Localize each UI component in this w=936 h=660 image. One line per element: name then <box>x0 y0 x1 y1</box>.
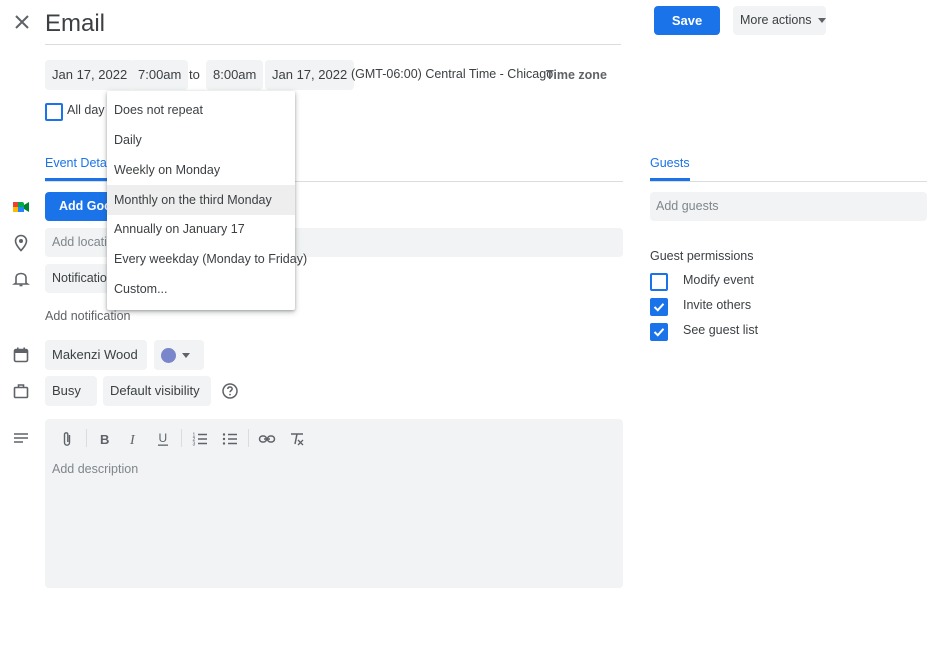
add-meet-button[interactable]: Add Goo <box>45 192 115 221</box>
event-title-input[interactable]: Email <box>45 6 621 45</box>
numbered-list-icon[interactable]: 123 <box>191 430 209 448</box>
color-select[interactable] <box>154 340 204 370</box>
italic-icon[interactable]: I <box>124 430 142 448</box>
to-label: to <box>189 67 200 82</box>
google-meet-icon <box>12 198 30 216</box>
color-swatch <box>161 348 176 364</box>
all-day-checkbox[interactable] <box>45 103 63 121</box>
attachment-icon[interactable] <box>58 430 76 448</box>
invite-others-label: Invite others <box>683 298 752 312</box>
notification-chip[interactable]: Notificatio <box>45 264 115 293</box>
tab-event-details[interactable]: Event Detai <box>45 156 110 170</box>
tab-guests-underline <box>650 178 690 181</box>
add-notification-link[interactable]: Add notification <box>45 309 130 323</box>
end-time-chip[interactable]: 8:00am <box>206 60 264 90</box>
busy-select[interactable]: Busy <box>45 376 97 425</box>
menu-item-every-weekday[interactable]: Every weekday (Monday to Friday) <box>107 244 307 274</box>
menu-item-monthly[interactable]: Monthly on the third Monday <box>107 185 295 215</box>
more-actions-button[interactable]: More actions <box>733 6 826 35</box>
underline-icon[interactable]: U <box>154 430 172 448</box>
bell-icon <box>11 270 31 288</box>
svg-text:3: 3 <box>193 442 196 448</box>
tab-event-details-underline <box>45 178 107 181</box>
menu-item-does-not-repeat[interactable]: Does not repeat <box>107 95 295 125</box>
location-icon <box>12 234 30 252</box>
event-title: Email <box>45 10 106 37</box>
modify-event-checkbox[interactable] <box>650 273 668 291</box>
description-placeholder: Add description <box>52 462 139 476</box>
remove-formatting-icon[interactable] <box>288 430 306 448</box>
menu-item-custom[interactable]: Custom... <box>107 274 295 304</box>
timezone-text: (GMT-06:00) Central Time - Chicago <box>351 67 554 81</box>
link-icon[interactable] <box>258 430 276 448</box>
save-button[interactable]: Save <box>654 6 720 35</box>
calendar-icon <box>12 346 30 364</box>
checkmark-icon <box>653 303 665 312</box>
toolbar-separator <box>86 429 87 447</box>
description-icon <box>12 430 30 448</box>
see-guest-list-label: See guest list <box>683 323 759 337</box>
all-day-label: All day <box>67 103 105 117</box>
tab-guests[interactable]: Guests <box>650 156 690 170</box>
invite-others-checkbox[interactable] <box>650 298 668 316</box>
end-date-chip[interactable]: Jan 17, 2022 <box>265 60 355 90</box>
start-date-chip[interactable]: Jan 17, 2022 <box>45 60 135 90</box>
bulleted-list-icon[interactable] <box>221 430 239 448</box>
bold-icon[interactable]: B <box>95 430 113 448</box>
svg-text:I: I <box>129 433 136 448</box>
menu-item-daily[interactable]: Daily <box>107 125 295 155</box>
guest-permissions-title: Guest permissions <box>650 249 754 263</box>
chevron-down-icon <box>817 18 826 24</box>
svg-text:B: B <box>100 432 109 447</box>
toolbar-separator <box>248 429 249 447</box>
start-time-chip[interactable]: 7:00am <box>131 60 189 90</box>
svg-text:U: U <box>159 431 168 445</box>
repeat-menu: Does not repeat Daily Weekly on Monday M… <box>107 91 307 310</box>
modify-event-label: Modify event <box>683 273 754 287</box>
menu-item-weekly[interactable]: Weekly on Monday <box>107 155 295 185</box>
menu-item-annually[interactable]: Annually on January 17 <box>107 214 295 244</box>
calendar-select[interactable]: Makenzi Wood <box>45 340 147 389</box>
help-icon[interactable] <box>221 382 239 400</box>
briefcase-icon <box>12 382 30 400</box>
close-icon[interactable] <box>13 13 31 31</box>
timezone-button[interactable]: Time zone <box>546 68 607 82</box>
checkmark-icon <box>653 328 665 337</box>
visibility-select[interactable]: Default visibility <box>103 376 211 425</box>
toolbar-separator <box>181 429 182 447</box>
guests-divider <box>650 181 927 182</box>
see-guest-list-checkbox[interactable] <box>650 323 668 341</box>
chevron-down-icon <box>182 353 190 359</box>
add-guests-input[interactable]: Add guests <box>650 192 927 221</box>
